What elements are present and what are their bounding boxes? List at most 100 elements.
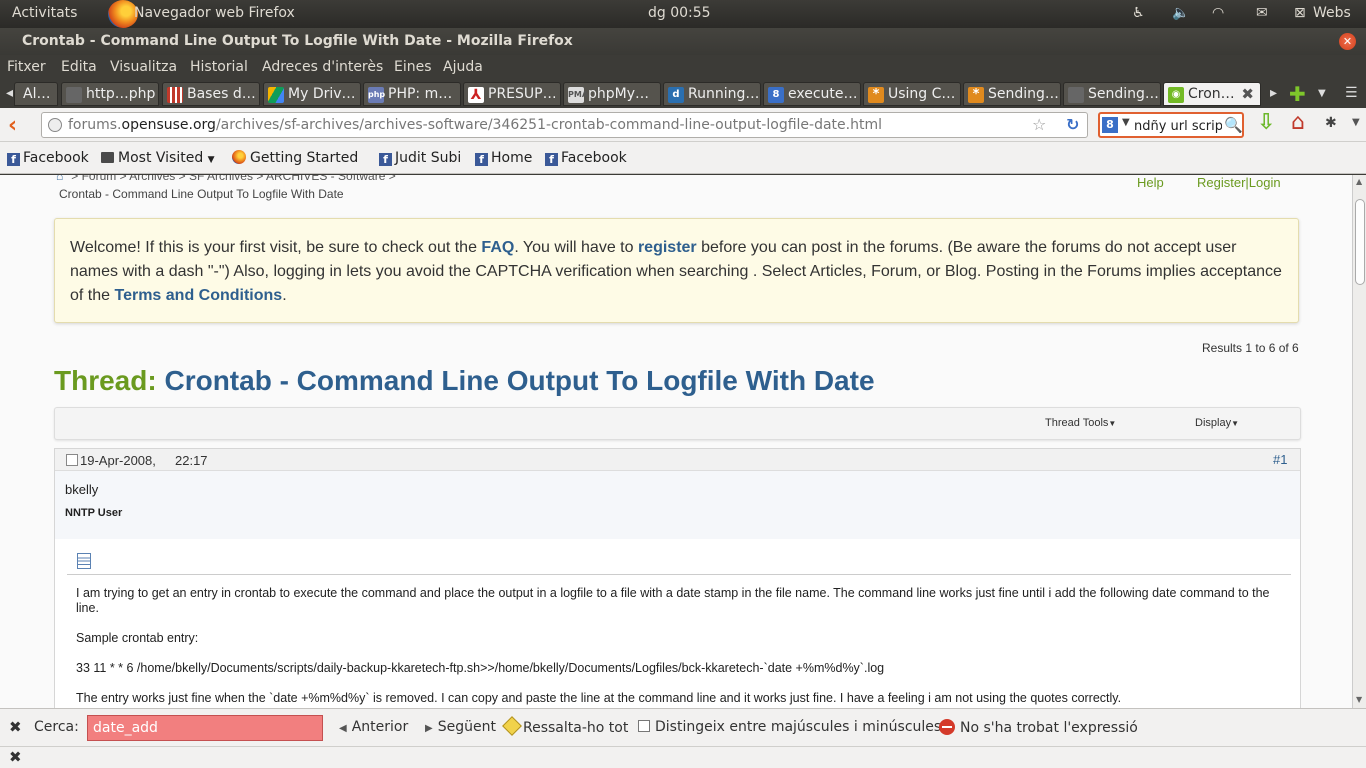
post-select-checkbox[interactable] xyxy=(66,454,78,466)
page-scrollbar[interactable]: ▲ ▼ xyxy=(1352,175,1366,708)
find-input[interactable] xyxy=(87,715,323,741)
post-username[interactable]: bkelly xyxy=(65,482,98,497)
site-identity-icon[interactable] xyxy=(48,118,62,132)
menu-eines[interactable]: Eines xyxy=(394,59,432,75)
tab[interactable]: Bases d… xyxy=(162,82,260,106)
wifi-icon[interactable]: ◠ xyxy=(1212,5,1224,21)
find-next-button[interactable]: ▶ Següent xyxy=(425,719,496,735)
tab[interactable]: php PHP: m… xyxy=(363,82,461,106)
home-icon[interactable]: ⌂ xyxy=(56,175,63,183)
bookmark-most-visited[interactable]: Most Visited ▼ xyxy=(101,150,215,166)
checkbox-icon xyxy=(638,720,650,732)
folder-icon xyxy=(101,152,114,163)
tab[interactable]: * Sending… xyxy=(963,82,1061,106)
chevron-down-icon: ▼ xyxy=(1108,419,1117,428)
activities-button[interactable]: Activitats xyxy=(12,5,77,21)
thread-tools-menu[interactable]: Thread Tools▼ xyxy=(1045,417,1116,429)
tab[interactable]: * Using C… xyxy=(863,82,961,106)
post-paragraph: The entry works just fine when the `date… xyxy=(76,691,1122,705)
url-text[interactable]: forums.opensuse.org/archives/sf-archives… xyxy=(68,117,882,133)
scroll-tabs-left-icon[interactable]: ◂ xyxy=(6,85,13,101)
faq-link[interactable]: FAQ xyxy=(481,239,514,256)
menu-adreces[interactable]: Adreces d'interès xyxy=(262,59,383,75)
page-icon xyxy=(66,87,82,103)
breadcrumb-current: Crontab - Command Line Output To Logfile… xyxy=(59,187,344,201)
php-icon: php xyxy=(368,87,385,103)
post-body: I am trying to get an entry in crontab t… xyxy=(76,586,1286,708)
bookmark-judit-subi[interactable]: f Judit Subi xyxy=(379,150,461,166)
tab-menu-icon[interactable]: ☰ xyxy=(1345,85,1358,101)
download-arrow-icon[interactable]: ⇩ xyxy=(1257,110,1275,135)
mail-icon[interactable]: ✉ xyxy=(1256,5,1268,21)
menu-ajuda[interactable]: Ajuda xyxy=(443,59,483,75)
clock[interactable]: dg 00:55 xyxy=(648,5,711,21)
window-title: Crontab - Command Line Output To Logfile… xyxy=(22,33,573,49)
accessibility-icon[interactable]: ♿ xyxy=(1132,5,1145,21)
tab[interactable]: d Running… xyxy=(663,82,761,106)
tab[interactable]: PMA phpMy… xyxy=(563,82,661,106)
match-case-checkbox[interactable]: Distingeix entre majúscules i minúscules xyxy=(638,719,941,735)
url-bar[interactable]: forums.opensuse.org/archives/sf-archives… xyxy=(41,112,1088,138)
highlight-all-button[interactable]: Ressalta-ho tot xyxy=(502,716,628,736)
menu-historial[interactable]: Historial xyxy=(190,59,248,75)
find-bar: ✖ Cerca: ◀Anterior ▶Següent Ressalta-ho … xyxy=(0,708,1366,746)
tab-list-icon[interactable]: ▼ xyxy=(1318,88,1326,99)
user-menu-label[interactable]: Webs xyxy=(1313,5,1351,21)
bookmark-star-icon[interactable]: ☆ xyxy=(1032,115,1046,134)
tab[interactable]: Sending… xyxy=(1063,82,1161,106)
tab[interactable]: Al… xyxy=(14,82,58,106)
results-count: Results 1 to 6 of 6 xyxy=(1202,341,1299,355)
register-login-link[interactable]: Register|Login xyxy=(1197,175,1281,190)
terms-link[interactable]: Terms and Conditions xyxy=(114,287,282,304)
tab-close-icon[interactable]: ✖ xyxy=(1241,85,1254,103)
tab[interactable]: My Driv… xyxy=(263,82,361,106)
display-menu[interactable]: Display▼ xyxy=(1195,417,1239,429)
app-menu[interactable]: Navegador web Firefox xyxy=(134,5,295,21)
google-search-engine-icon[interactable]: 8 xyxy=(1102,117,1118,133)
scroll-tabs-right-icon[interactable]: ▸ xyxy=(1270,85,1277,101)
phpmyadmin-icon: PMA xyxy=(568,87,588,103)
find-status: No s'ha trobat l'expressió xyxy=(939,719,1138,736)
tab[interactable]: ⅄ PRESUP… xyxy=(463,82,561,106)
bookmark-facebook-2[interactable]: f Facebook xyxy=(545,150,627,166)
find-previous-button[interactable]: ◀ Anterior xyxy=(339,719,408,735)
tab-strip: ◂ Al… http…php Bases d… My Driv… php PHP:… xyxy=(0,80,1366,108)
menu-visualitza[interactable]: Visualitza xyxy=(110,59,177,75)
menu-edita[interactable]: Edita xyxy=(61,59,97,75)
post-number-link[interactable]: #1 xyxy=(1273,452,1287,467)
tab[interactable]: 8 execute… xyxy=(763,82,861,106)
addon-bar-close-icon[interactable]: ✖ xyxy=(9,748,22,766)
window-close-icon[interactable]: ✕ xyxy=(1339,33,1356,50)
search-icon[interactable]: 🔍 xyxy=(1224,116,1243,134)
opensuse-icon: ◉ xyxy=(1168,87,1184,103)
back-arrow-icon[interactable]: ‹ xyxy=(8,113,17,138)
addon-bug-icon[interactable]: ✱ xyxy=(1325,115,1337,131)
new-tab-icon[interactable]: ✚ xyxy=(1289,82,1306,106)
facebook-icon: f xyxy=(475,153,488,166)
tab-active[interactable]: ◉ Cron… ✖ xyxy=(1163,82,1261,106)
home-icon[interactable]: ⌂ xyxy=(1291,110,1305,135)
search-box[interactable]: 8 ▼ 🔍 xyxy=(1098,112,1244,138)
engine-dropdown-icon[interactable]: ▼ xyxy=(1122,117,1130,128)
find-close-icon[interactable]: ✖ xyxy=(9,718,22,736)
bookmark-home[interactable]: f Home xyxy=(475,150,532,166)
window-title-bar[interactable]: Crontab - Command Line Output To Logfile… xyxy=(0,28,1366,55)
bookmark-facebook[interactable]: f Facebook xyxy=(7,150,89,166)
asterisk-icon: * xyxy=(868,87,884,103)
scroll-down-icon[interactable]: ▼ xyxy=(1356,695,1362,704)
user-menu-icon[interactable]: ⊠ xyxy=(1294,5,1306,21)
scrollbar-thumb[interactable] xyxy=(1355,199,1365,285)
scroll-up-icon[interactable]: ▲ xyxy=(1356,177,1362,186)
volume-icon[interactable]: 🔈 xyxy=(1172,5,1189,21)
find-label: Cerca: xyxy=(34,719,79,735)
help-link[interactable]: Help xyxy=(1137,175,1164,190)
search-input[interactable] xyxy=(1134,116,1222,136)
register-link[interactable]: register xyxy=(638,239,697,256)
overflow-chevron-icon[interactable]: ▼ xyxy=(1352,117,1360,128)
menu-fitxer[interactable]: Fitxer xyxy=(7,59,46,75)
reload-icon[interactable]: ↻ xyxy=(1066,115,1079,134)
tab[interactable]: http…php xyxy=(61,82,159,106)
post-header: 19-Apr-2008, 22:17 #1 xyxy=(55,449,1300,471)
welcome-notice: Welcome! If this is your first visit, be… xyxy=(54,218,1299,323)
bookmark-getting-started[interactable]: Getting Started xyxy=(232,150,358,166)
